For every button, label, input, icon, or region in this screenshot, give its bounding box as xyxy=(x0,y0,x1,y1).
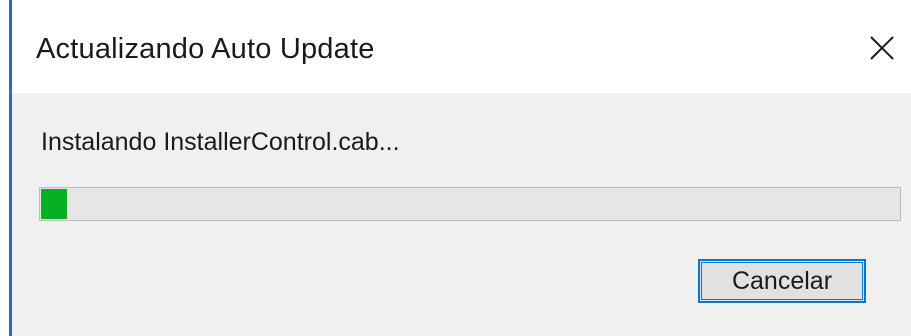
progress-bar xyxy=(39,187,901,221)
close-icon xyxy=(870,36,894,60)
progress-bar-fill xyxy=(41,189,67,219)
dialog-body: Instalando InstallerControl.cab... Cance… xyxy=(12,93,911,336)
cancel-button[interactable]: Cancelar xyxy=(698,259,866,303)
window-title: Actualizando Auto Update xyxy=(36,33,375,65)
close-button[interactable] xyxy=(860,26,904,70)
status-text: Instalando InstallerControl.cab... xyxy=(41,128,400,156)
title-bar[interactable]: Actualizando Auto Update xyxy=(12,0,911,93)
update-dialog: Actualizando Auto Update Instalando Inst… xyxy=(0,0,911,336)
